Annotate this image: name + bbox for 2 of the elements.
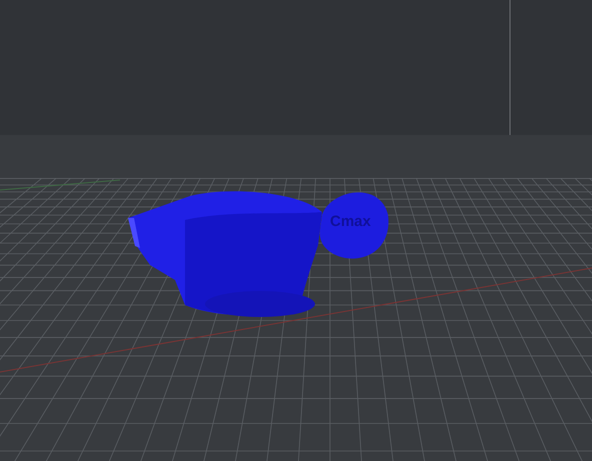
model-label: Cmax [330, 213, 371, 230]
3d-viewport[interactable]: Cmax [0, 0, 592, 461]
